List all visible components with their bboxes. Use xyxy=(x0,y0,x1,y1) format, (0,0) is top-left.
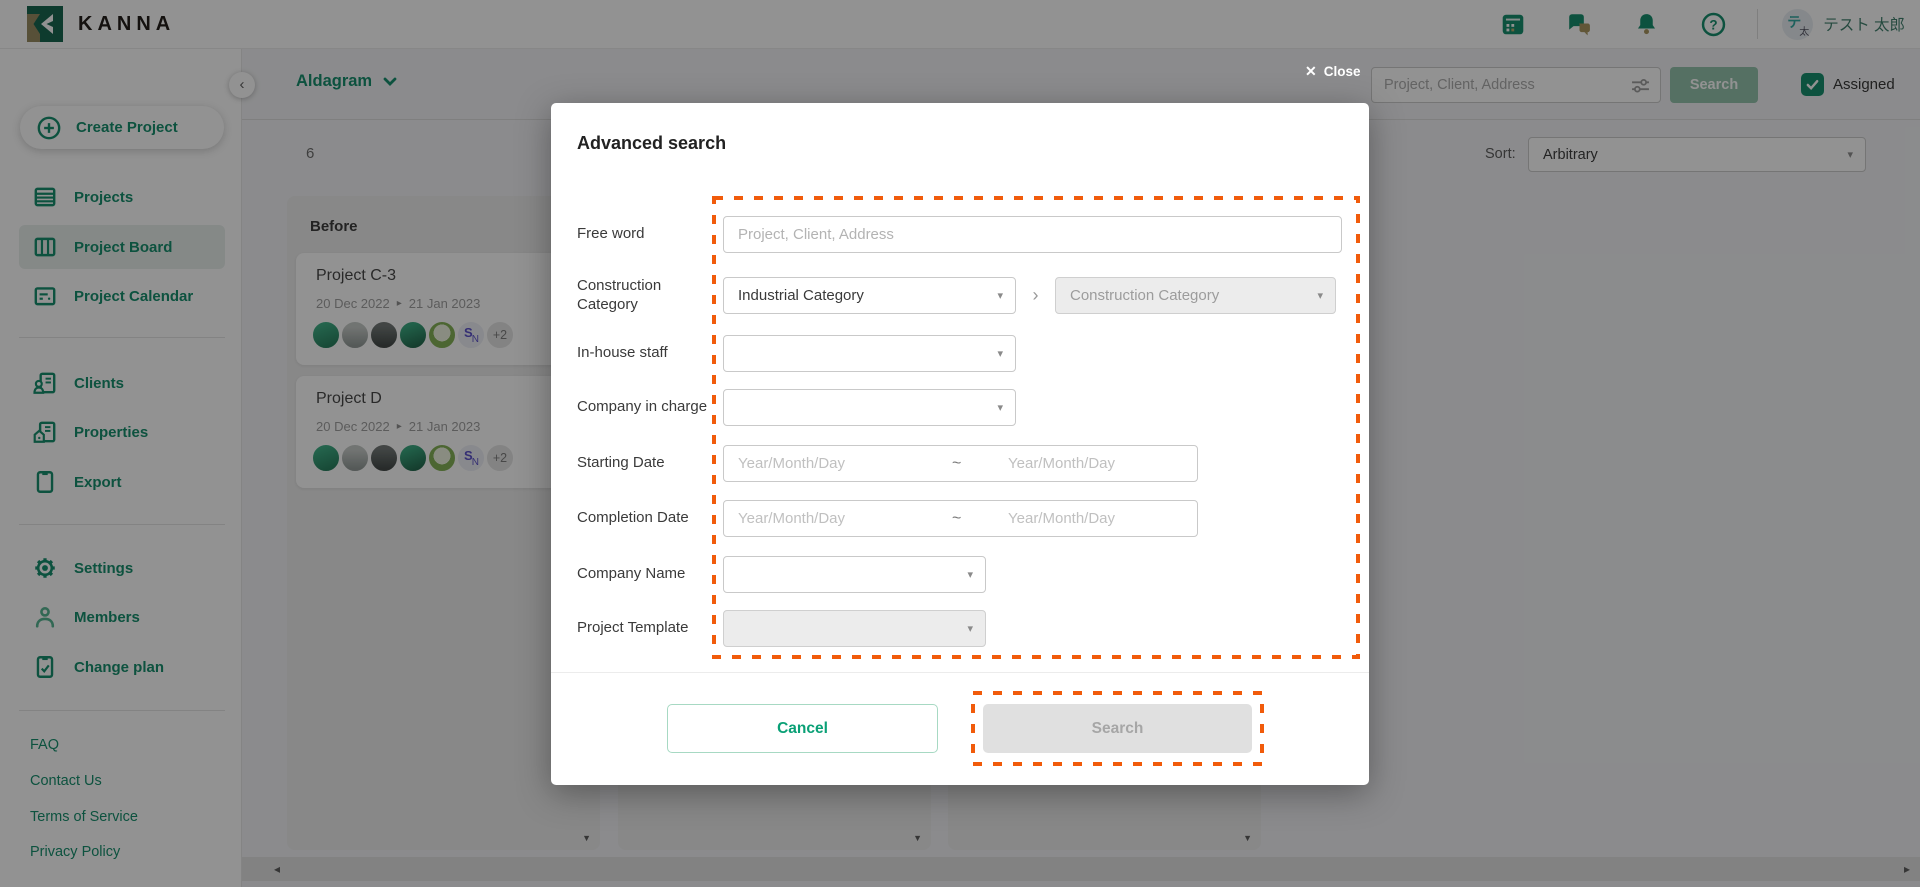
company-in-charge-label: Company in charge xyxy=(577,389,721,426)
construction-category-value: Construction Category xyxy=(1070,287,1219,304)
company-name-label: Company Name xyxy=(577,556,721,593)
free-word-label: Free word xyxy=(577,216,721,253)
date-range-separator: ~ xyxy=(952,446,961,481)
completion-date-to[interactable]: Year/Month/Day xyxy=(1008,501,1115,536)
modal-close-button[interactable]: ✕ Close xyxy=(1305,63,1361,80)
advanced-search-modal: Advanced search Free word Construction C… xyxy=(551,103,1369,785)
project-template-select: ▾ xyxy=(723,610,986,647)
chevron-down-icon: ▾ xyxy=(997,289,1003,302)
industrial-category-value: Industrial Category xyxy=(738,287,864,304)
date-range-separator: ~ xyxy=(952,501,961,536)
chevron-down-icon: ▾ xyxy=(967,622,973,635)
modal-search-button[interactable]: Search xyxy=(983,704,1252,753)
chevron-right-icon: › xyxy=(1016,277,1055,314)
starting-date-label: Starting Date xyxy=(577,445,721,482)
close-icon: ✕ xyxy=(1305,63,1317,80)
close-label: Close xyxy=(1324,64,1361,79)
modal-footer-divider xyxy=(551,672,1369,673)
project-template-label: Project Template xyxy=(577,610,721,647)
chevron-down-icon: ▾ xyxy=(997,401,1003,414)
starting-date-range-input[interactable]: Year/Month/Day ~ Year/Month/Day xyxy=(723,445,1198,482)
completion-date-range-input[interactable]: Year/Month/Day ~ Year/Month/Day xyxy=(723,500,1198,537)
construction-category-label: Construction Category xyxy=(577,277,721,314)
chevron-down-icon: ▾ xyxy=(1317,289,1323,302)
in-house-staff-label: In-house staff xyxy=(577,335,721,372)
chevron-down-icon: ▾ xyxy=(967,568,973,581)
company-in-charge-select[interactable]: ▾ xyxy=(723,389,1016,426)
completion-date-from[interactable]: Year/Month/Day xyxy=(738,501,845,536)
starting-date-from[interactable]: Year/Month/Day xyxy=(738,446,845,481)
cancel-button[interactable]: Cancel xyxy=(667,704,938,753)
starting-date-to[interactable]: Year/Month/Day xyxy=(1008,446,1115,481)
industrial-category-select[interactable]: Industrial Category ▾ xyxy=(723,277,1016,314)
chevron-down-icon: ▾ xyxy=(997,347,1003,360)
construction-category-select: Construction Category ▾ xyxy=(1055,277,1336,314)
modal-title: Advanced search xyxy=(577,133,726,154)
free-word-input-wrap xyxy=(723,216,1342,253)
completion-date-label: Completion Date xyxy=(577,500,721,537)
in-house-staff-select[interactable]: ▾ xyxy=(723,335,1016,372)
company-name-select[interactable]: ▾ xyxy=(723,556,986,593)
free-word-input[interactable] xyxy=(724,217,1341,252)
